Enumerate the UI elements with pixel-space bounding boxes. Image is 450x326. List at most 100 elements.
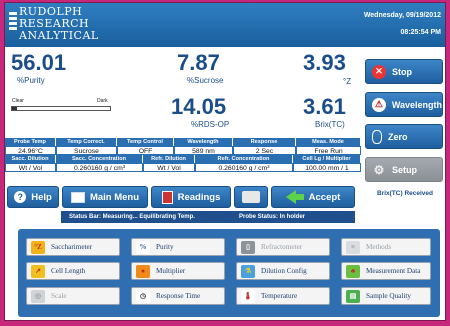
menu-button-purity[interactable]: % Purity (131, 238, 225, 256)
settings-header-row-1: Probe Temp Temp Correct. Temp Control Wavel… (5, 138, 361, 146)
settings-cell: OFF (117, 146, 174, 155)
setup-button[interactable]: ⚙ Setup (365, 157, 443, 182)
measurement-settings-table: Probe Temp Temp Correct. Temp Control Wavel… (5, 138, 361, 172)
settings-value-row-1: 24.96°C Sucrose OFF 589 nm 2 Sec Free Run (5, 146, 361, 155)
settings-cell: Wavelength (174, 138, 233, 146)
settings-cell: Meas. Mode (296, 138, 361, 146)
menu-button-label: Multiplier (156, 267, 186, 275)
time-text: 08:25:54 PM (400, 29, 441, 36)
app-window: RUDOLPH RESEARCH ANALYTICAL Wednesday, 0… (4, 2, 446, 321)
printer-icon (242, 191, 260, 203)
sucrose-unit: %Sucrose (187, 76, 224, 85)
thermometer-icon: 🌡 (241, 289, 255, 303)
cell-length-icon: ↗ (31, 264, 45, 278)
menu-button-label: Scale (51, 292, 67, 300)
brix-unit: Brix(TC) (315, 120, 345, 129)
wavelength-label: Wavelength (391, 99, 442, 110)
menu-button-label: Cell Length (51, 267, 86, 275)
settings-cell: Temp Control (117, 138, 174, 146)
status-bar-text: Status Bar: Measuring... Equilibrating T… (69, 214, 195, 220)
menu-list-icon (70, 191, 85, 203)
main-menu-button[interactable]: Main Menu (62, 186, 148, 208)
menu-button-label: Purity (156, 243, 174, 251)
print-button[interactable] (234, 186, 268, 208)
zero-icon (372, 129, 382, 144)
sucrose-value: 7.87 (177, 50, 220, 75)
stop-icon: ✕ (372, 64, 386, 79)
measurement-data-icon: ♣ (346, 264, 360, 278)
date-text: Wednesday, 09/19/2012 (363, 12, 441, 19)
menu-button-multiplier[interactable]: ● Multiplier (131, 262, 225, 280)
dilution-icon: ⚗ (241, 264, 255, 278)
multiplier-icon: ● (136, 264, 150, 278)
menu-button-temperature[interactable]: 🌡 Temperature (236, 287, 330, 305)
settings-cell: Temp Correct. (56, 138, 117, 146)
settings-cell: 589 nm (174, 146, 233, 155)
datetime-display: Wednesday, 09/19/2012 08:25:54 PM (331, 7, 441, 41)
help-label: Help (31, 191, 52, 203)
z-unit: °Z (343, 77, 352, 86)
clarity-bar-fill (12, 107, 17, 110)
readings-label: Readings (177, 191, 221, 203)
stop-label: Stop (392, 66, 412, 77)
menu-button-scale[interactable]: ◎ Scale (26, 287, 120, 305)
probe-status-text: Probe Status: In holder (239, 214, 306, 220)
accept-button[interactable]: Accept (271, 186, 355, 208)
company-logo: RUDOLPH RESEARCH ANALYTICAL (9, 6, 99, 44)
settings-cell: Free Run (296, 146, 361, 155)
settings-cell: 0.260160 g / cm³ (195, 163, 293, 172)
menu-button-label: Response Time (156, 292, 201, 300)
menu-button-methods[interactable]: ≡ Methods (341, 238, 431, 256)
menu-button-label: Methods (366, 243, 392, 251)
zero-label: Zero (388, 131, 408, 142)
settings-cell: Refr. Concentration (195, 155, 293, 163)
settings-cell: Probe Temp (5, 138, 56, 146)
sample-quality-icon: ▤ (346, 289, 360, 303)
menu-button-cell-length[interactable]: ↗ Cell Length (26, 262, 120, 280)
scale-icon: ◎ (31, 289, 45, 303)
menu-button-label: Dilution Config (261, 267, 307, 275)
settings-cell: Refr. Dilution (143, 155, 195, 163)
settings-cell: 100.00 mm / 1 (293, 163, 361, 172)
received-status: Brix(TC) Received (377, 190, 433, 197)
question-icon: ? (14, 191, 27, 203)
setup-label: Setup (392, 164, 418, 175)
stop-button[interactable]: ✕ Stop (365, 59, 443, 84)
menu-button-refractometer[interactable]: ▯ Refractometer (236, 238, 330, 256)
percent-icon: % (136, 240, 150, 254)
status-bar: Status Bar: Measuring... Equilibrating T… (61, 211, 355, 223)
rds-value: 14.05 (171, 94, 227, 119)
zero-button[interactable]: Zero (365, 124, 443, 149)
header-bar: RUDOLPH RESEARCH ANALYTICAL Wednesday, 0… (5, 3, 445, 47)
brix-value: 3.61 (303, 94, 346, 119)
gear-icon: ⚙ (373, 162, 385, 177)
settings-cell: Wt / Vol (143, 163, 195, 172)
saccharimeter-icon: °Z (31, 240, 45, 254)
main-menu-label: Main Menu (89, 191, 140, 203)
purity-value: 56.01 (11, 50, 67, 75)
menu-button-measurement-data[interactable]: ♣ Measurement Data (341, 262, 431, 280)
clarity-bar (11, 106, 111, 111)
menu-button-saccharimeter[interactable]: °Z Saccharimeter (26, 238, 120, 256)
settings-cell: 2 Sec (233, 146, 296, 155)
settings-cell: 0.260160 g / cm³ (56, 163, 143, 172)
readings-button[interactable]: Readings (151, 186, 231, 208)
settings-value-row-2: Wt / Vol 0.260160 g / cm³ Wt / Vol 0.260160… (5, 163, 361, 172)
wavelength-icon: ⚠ (372, 97, 386, 112)
readings-book-icon (161, 190, 173, 204)
wavelength-button[interactable]: ⚠ Wavelength (365, 92, 443, 117)
menu-button-label: Refractometer (261, 243, 303, 251)
clock-icon: ◷ (136, 289, 150, 303)
menu-button-label: Saccharimeter (51, 243, 93, 251)
menu-button-dilution-config[interactable]: ⚗ Dilution Config (236, 262, 330, 280)
menu-button-label: Temperature (261, 292, 298, 300)
menu-button-sample-quality[interactable]: ▤ Sample Quality (341, 287, 431, 305)
settings-cell: 24.96°C (5, 146, 56, 155)
rds-unit: %RDS-OP (191, 120, 230, 129)
settings-cell: Wt / Vol (5, 163, 56, 172)
logo-line-3: ANALYTICAL (19, 29, 99, 42)
clear-label: Clear (12, 98, 24, 104)
settings-cell: Cell Lg / Multiplier (293, 155, 361, 163)
menu-button-response-time[interactable]: ◷ Response Time (131, 287, 225, 305)
help-button[interactable]: ? Help (7, 186, 59, 208)
